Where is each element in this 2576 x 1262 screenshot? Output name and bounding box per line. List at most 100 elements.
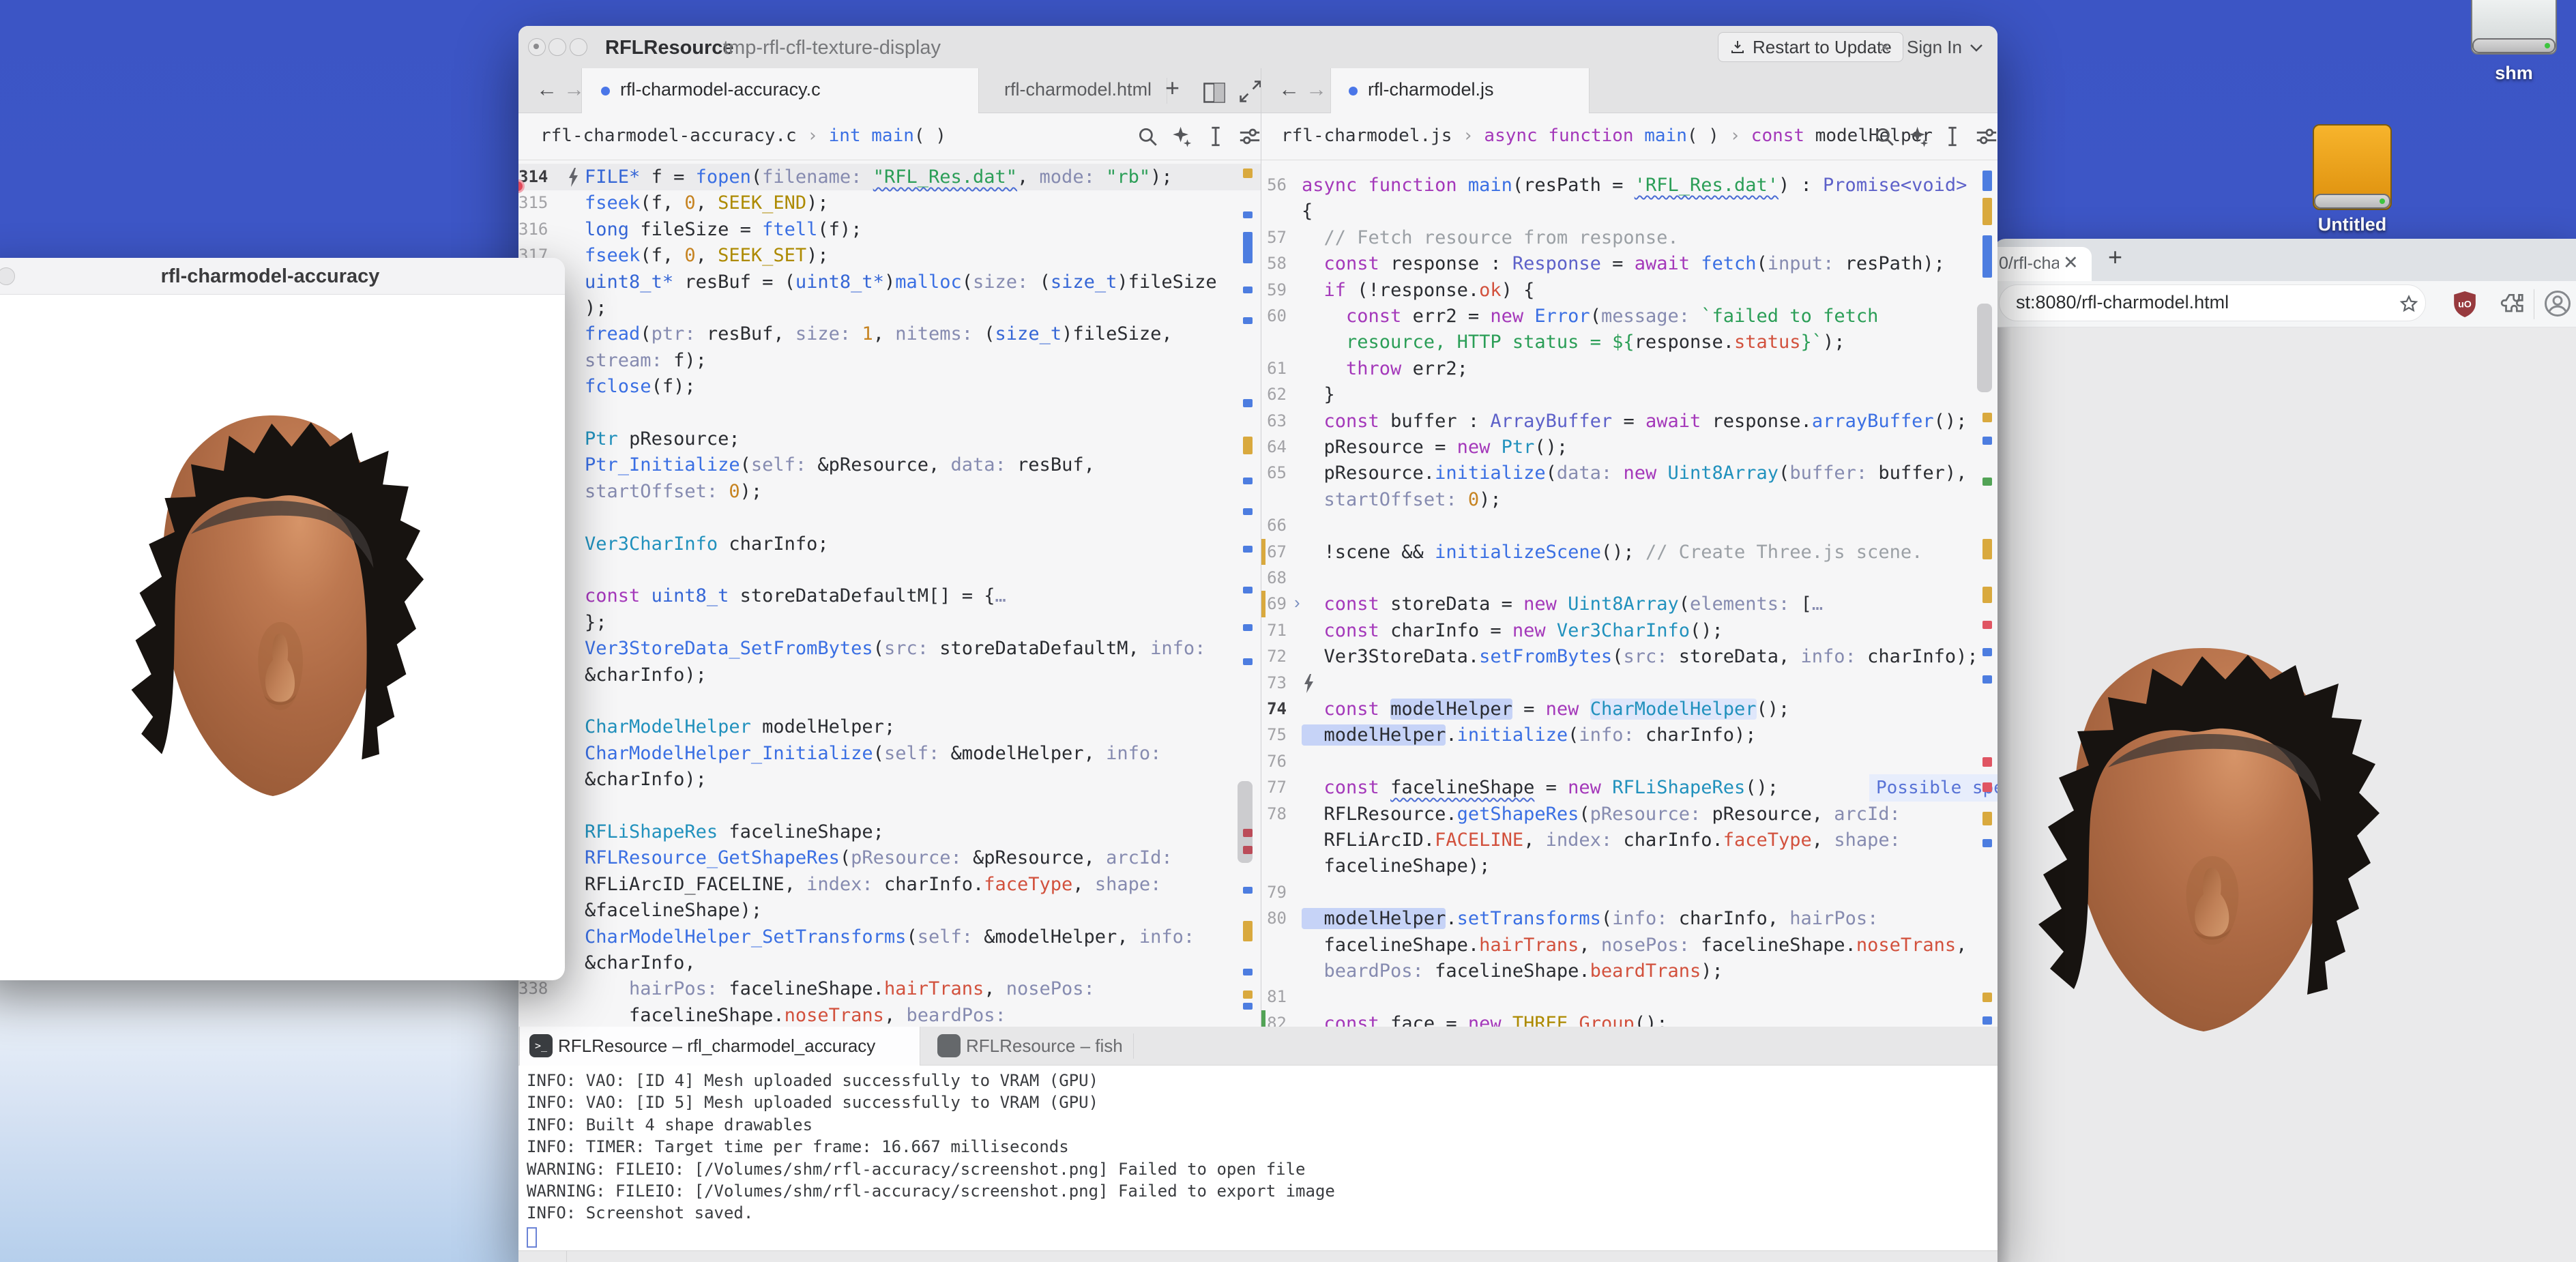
breadcrumb-segment[interactable]: const [1751, 126, 1815, 146]
desktop-icon-label-untitled[interactable]: Untitled [2307, 214, 2397, 235]
intention-bolt-icon[interactable] [1302, 674, 1315, 693]
code-line[interactable]: stream: f); [540, 347, 707, 374]
settings-sliders-icon[interactable] [1238, 123, 1261, 150]
code-line[interactable]: facelineShape); [1302, 853, 1490, 879]
breadcrumb-segment[interactable]: ( ) [1687, 126, 1730, 146]
code-line[interactable]: const face = new THREE.Group(); [1302, 1010, 1668, 1027]
browser-viewport[interactable] [1993, 327, 2576, 1262]
line-number[interactable]: 81 [1261, 984, 1293, 1010]
code-line[interactable]: pResource = new Ptr(); [1302, 434, 1568, 460]
code-line[interactable]: const storeData = new Uint8Array(element… [1302, 591, 1823, 617]
tab-rfl-charmodel-html[interactable]: rfl-charmodel.html [1004, 79, 1152, 100]
code-line[interactable]: RFLResource_GetShapeRes(pResource: &pRes… [540, 845, 1173, 871]
line-number[interactable]: 74 [1261, 696, 1293, 722]
code-line[interactable]: Ver3CharInfo charInfo; [540, 531, 829, 557]
code-line[interactable]: modelHelper.initialize(info: charInfo); [1302, 722, 1757, 748]
code-line[interactable]: { [1302, 198, 1313, 224]
minimize-button[interactable] [548, 38, 566, 56]
split-editor-icon[interactable] [1202, 80, 1227, 105]
zoom-button[interactable] [570, 38, 587, 56]
breadcrumb-segment[interactable]: main [1644, 126, 1687, 146]
breadcrumb-segment[interactable]: async function [1484, 126, 1644, 146]
code-line[interactable]: resource, HTTP status = ${response.statu… [1302, 329, 1845, 355]
code-line[interactable]: facelineShape.noseTrans, beardPos: [540, 1002, 1006, 1027]
tab-rfl-charmodel-js[interactable]: rfl-charmodel.js [1330, 68, 1590, 113]
breadcrumb-right[interactable]: rfl-charmodel.js › async function main( … [1281, 126, 1933, 146]
code-line[interactable]: fseek(f, 0, SEEK_SET); [540, 242, 829, 269]
line-number[interactable]: 64 [1261, 434, 1293, 460]
ublock-extension-icon[interactable]: uO [2452, 289, 2478, 319]
code-line[interactable]: CharModelHelper modelHelper; [540, 714, 895, 740]
code-line[interactable]: beardPos: facelineShape.beardTrans); [1302, 958, 1723, 984]
line-number[interactable]: 65 [1261, 460, 1293, 486]
code-line[interactable]: CharModelHelper_SetTransforms(self: &mod… [540, 924, 1195, 950]
line-number[interactable]: 82 [1261, 1010, 1293, 1027]
breadcrumb-segment[interactable]: rfl-charmodel.js [1281, 126, 1452, 146]
code-line[interactable]: const uint8_t storeDataDefaultM[] = {… [540, 583, 1006, 609]
line-number[interactable]: 63 [1261, 408, 1293, 435]
line-number[interactable]: 71 [1261, 617, 1293, 644]
terminal-tab-rfl-charmodel-accuracy[interactable]: >_ RFLResource – rfl_charmodel_accuracy [519, 1027, 920, 1066]
back-icon[interactable]: ← [1278, 77, 1300, 102]
line-number[interactable]: 73 [1261, 670, 1293, 696]
code-line[interactable]: long fileSize = ftell(f); [540, 216, 862, 243]
editor-area[interactable]: 314 FILE* f = fopen(filename: "RFL_Res.d… [518, 160, 1997, 1027]
terminal-tab-fish[interactable]: RFLResource – fish [928, 1027, 1132, 1066]
desktop-icon-label-shm[interactable]: shm [2471, 63, 2557, 84]
desktop-drive-icon-untitled[interactable] [2313, 124, 2392, 210]
breadcrumb-segment[interactable]: › [797, 126, 829, 146]
code-line[interactable]: CharModelHelper_Initialize(self: &modelH… [540, 740, 1161, 767]
code-line[interactable]: const modelHelper = new CharModelHelper(… [1302, 696, 1789, 722]
code-line[interactable]: startOffset: 0); [540, 478, 762, 505]
code-line[interactable]: Ptr_Initialize(self: &pResource, data: r… [540, 452, 1095, 478]
tab-close-icon[interactable]: ✕ [2063, 252, 2079, 274]
line-number[interactable]: 68 [1261, 565, 1293, 591]
line-number[interactable]: 79 [1261, 879, 1293, 906]
text-cursor-icon[interactable] [1941, 123, 1964, 150]
line-number[interactable]: 59 [1261, 277, 1293, 304]
line-number[interactable]: 56 [1261, 172, 1293, 199]
code-line[interactable]: fread(ptr: resBuf, size: 1, nitems: (siz… [540, 321, 1173, 347]
inline-inspection-hint[interactable]: Possible spelling [1869, 774, 1997, 802]
new-tab-icon[interactable]: + [1165, 74, 1190, 98]
code-line[interactable]: &charInfo); [540, 766, 707, 793]
preview-titlebar[interactable]: rfl-charmodel-accuracy [0, 258, 565, 295]
breadcrumb-segment[interactable]: rfl-charmodel-accuracy.c [540, 126, 797, 146]
code-line[interactable]: const buffer : ArrayBuffer = await respo… [1302, 408, 1967, 435]
line-number[interactable]: 66 [1261, 512, 1293, 539]
restart-to-update-button[interactable]: Restart to Update [1718, 32, 1903, 62]
code-line[interactable]: const charInfo = new Ver3CharInfo(); [1302, 617, 1723, 644]
code-line[interactable]: FILE* f = fopen(filename: "RFL_Res.dat",… [540, 164, 1173, 190]
code-line[interactable]: facelineShape.hairTrans, nosePos: faceli… [1302, 932, 1967, 958]
line-number[interactable]: 58 [1261, 250, 1293, 277]
code-line[interactable]: async function main(resPath = 'RFL_Res.d… [1302, 172, 1967, 199]
ai-sparkle-icon[interactable] [1170, 123, 1193, 150]
code-line[interactable]: Ver3StoreData_SetFromBytes(src: storeDat… [540, 635, 1205, 662]
line-number[interactable]: 60 [1261, 303, 1293, 329]
maximize-icon[interactable] [1238, 79, 1263, 104]
sign-in-button[interactable]: Sign In [1907, 37, 1962, 58]
line-number[interactable]: 77 [1261, 774, 1293, 801]
tab-rfl-charmodel-accuracy-c[interactable]: rfl-charmodel-accuracy.c [581, 68, 979, 113]
settings-sliders-icon[interactable] [1975, 123, 1997, 150]
browser-tab[interactable]: 0/rfl-charm ✕ [1993, 247, 2092, 281]
code-line[interactable]: fseek(f, 0, SEEK_END); [540, 190, 829, 216]
line-number[interactable]: 72 [1261, 643, 1293, 670]
code-line[interactable]: &facelineShape); [540, 897, 762, 924]
code-line[interactable]: // Fetch resource from response. [1302, 224, 1679, 251]
search-icon[interactable] [1873, 123, 1896, 150]
code-line[interactable]: uint8_t* resBuf = (uint8_t*)malloc(size:… [540, 269, 1217, 295]
code-line[interactable]: RFLiShapeRes facelineShape; [540, 819, 884, 845]
line-number[interactable]: 75 [1261, 722, 1293, 748]
line-number[interactable]: 57 [1261, 224, 1293, 251]
line-number[interactable]: 78 [1261, 801, 1293, 827]
fold-arrow-icon[interactable]: › [1294, 592, 1300, 613]
code-line[interactable]: modelHelper.setTransforms(info: charInfo… [1302, 905, 1878, 932]
code-line[interactable]: const response : Response = await fetch(… [1302, 250, 1945, 277]
line-number[interactable]: 62 [1261, 381, 1293, 408]
search-icon[interactable] [1136, 123, 1159, 150]
new-tab-button[interactable]: + [2108, 243, 2122, 272]
extensions-puzzle-icon[interactable] [2500, 291, 2526, 317]
desktop-drive-icon-shm[interactable] [2471, 0, 2557, 55]
code-line[interactable]: &charInfo); [540, 662, 707, 688]
